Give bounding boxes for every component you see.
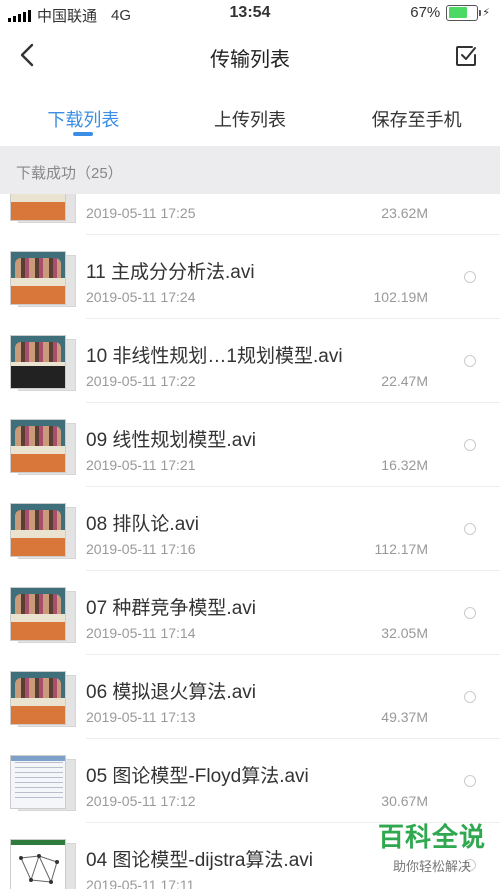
file-size: 22.47M	[381, 373, 428, 389]
file-date: 2019-05-11 17:24	[86, 289, 196, 305]
select-radio[interactable]	[464, 523, 476, 535]
file-thumbnail	[10, 251, 76, 307]
battery-icon	[446, 4, 482, 21]
file-list[interactable]: 2019-05-11 17:25 23.62M 11 主成分分析法.avi 2019-…	[0, 194, 500, 889]
file-thumbnail	[10, 419, 76, 475]
watermark-title: 百科全说	[377, 822, 486, 852]
tab-label: 上传列表	[214, 110, 286, 130]
tab-bar: 下载列表 上传列表 保存至手机	[0, 84, 500, 146]
watermark-subtitle: 助你轻松解决	[392, 859, 471, 874]
active-tab-indicator	[73, 132, 94, 136]
file-size: 16.32M	[381, 457, 428, 473]
file-size: 112.17M	[374, 541, 428, 557]
tab-download-list[interactable]: 下载列表	[0, 84, 167, 146]
file-row[interactable]: 06 模拟退火算法.avi 2019-05-11 17:13 49.37M	[0, 655, 500, 739]
file-thumbnail	[10, 503, 76, 559]
select-radio[interactable]	[464, 607, 476, 619]
file-thumbnail	[10, 671, 76, 727]
tab-save-to-phone[interactable]: 保存至手机	[333, 84, 500, 146]
status-bar: 中国联通 4G 13:54 67% ⚡	[0, 0, 500, 28]
select-radio[interactable]	[464, 355, 476, 367]
select-radio[interactable]	[464, 439, 476, 451]
file-date: 2019-05-11 17:21	[86, 457, 196, 473]
file-date: 2019-05-11 17:16	[86, 541, 196, 557]
file-date: 2019-05-11 17:14	[86, 625, 196, 641]
file-name: 05 图论模型-Floyd算法.avi	[86, 766, 309, 787]
file-size: 30.67M	[381, 793, 428, 809]
checkbox-select-icon[interactable]	[454, 44, 478, 68]
file-thumbnail	[10, 839, 76, 889]
section-header: 下载成功（25）	[0, 146, 500, 194]
file-thumbnail	[10, 194, 76, 223]
file-size: 49.37M	[381, 709, 428, 725]
file-date: 2019-05-11 17:22	[86, 373, 196, 389]
file-date: 2019-05-11 17:25	[86, 205, 196, 221]
watermark-logo: 百科全说 助你轻松解决	[378, 817, 486, 875]
file-size: 102.19M	[373, 289, 428, 305]
file-name: 11 主成分分析法.avi	[86, 262, 255, 283]
file-size: 32.05M	[381, 625, 428, 641]
file-row[interactable]: 07 种群竞争模型.avi 2019-05-11 17:14 32.05M	[0, 571, 500, 655]
select-radio[interactable]	[464, 775, 476, 787]
select-radio[interactable]	[464, 691, 476, 703]
file-size: 23.62M	[381, 205, 428, 221]
file-thumbnail	[10, 587, 76, 643]
file-row[interactable]: 11 主成分分析法.avi 2019-05-11 17:24 102.19M	[0, 235, 500, 319]
file-name: 10 非线性规划…1规划模型.avi	[86, 346, 343, 367]
file-name: 08 排队论.avi	[86, 514, 199, 535]
tab-upload-list[interactable]: 上传列表	[167, 84, 334, 146]
file-date: 2019-05-11 17:13	[86, 709, 196, 725]
file-date: 2019-05-11 17:12	[86, 793, 196, 809]
select-radio[interactable]	[464, 271, 476, 283]
file-row[interactable]: 09 线性规划模型.avi 2019-05-11 17:21 16.32M	[0, 403, 500, 487]
tab-label: 下载列表	[47, 110, 120, 130]
file-name: 09 线性规划模型.avi	[86, 430, 256, 451]
page-title: 传输列表	[210, 49, 290, 71]
file-row[interactable]: 05 图论模型-Floyd算法.avi 2019-05-11 17:12 30.67…	[0, 739, 500, 823]
charging-icon: ⚡	[482, 7, 490, 19]
file-row[interactable]: 10 非线性规划…1规划模型.avi 2019-05-11 17:22 22.47M	[0, 319, 500, 403]
file-thumbnail	[10, 755, 76, 811]
file-name: 07 种群竞争模型.avi	[86, 598, 256, 619]
battery-percent: 67%	[410, 4, 441, 21]
tab-label: 保存至手机	[371, 110, 462, 130]
file-thumbnail	[10, 335, 76, 391]
nav-bar: 传输列表	[0, 28, 500, 84]
file-row[interactable]: 2019-05-11 17:25 23.62M	[0, 194, 500, 235]
file-name: 04 图论模型-dijstra算法.avi	[86, 850, 313, 871]
file-row[interactable]: 08 排队论.avi 2019-05-11 17:16 112.17M	[0, 487, 500, 571]
file-name: 06 模拟退火算法.avi	[86, 682, 256, 703]
file-date: 2019-05-11 17:11	[86, 877, 195, 889]
